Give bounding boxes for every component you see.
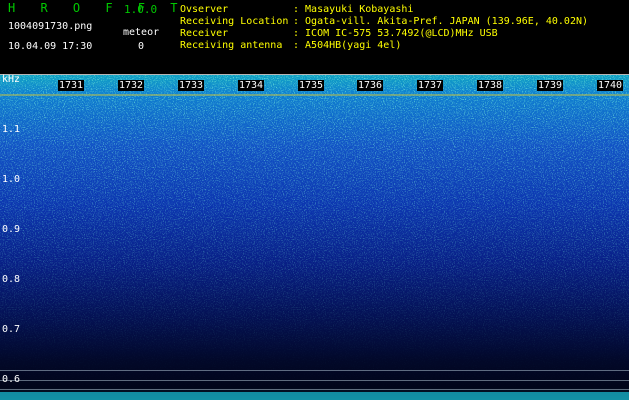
time-ticks: 1731 1732 1733 1734 1735 1736 1737 1738 … — [0, 74, 629, 94]
freq-tick-label: 1.1 — [2, 124, 21, 135]
time-tick-label: 1731 — [58, 80, 85, 91]
freq-tick-label: 0.9 — [2, 224, 21, 235]
time-tick-label: 1735 — [298, 80, 325, 91]
filename: 1004091730.png — [8, 21, 93, 32]
antenna-label: Receiving antenna — [180, 40, 283, 51]
meteor-count: 0 — [138, 41, 145, 52]
time-tick-label: 1739 — [537, 80, 564, 91]
time-tick-label: 1737 — [417, 80, 444, 91]
time-tick-label: 1740 — [597, 80, 624, 91]
header-panel: H R O F F T 1.0.0 1004091730.png 10.04.0… — [0, 0, 629, 74]
antenna-value: : A504HB(yagi 4el) — [293, 40, 402, 51]
reference-line — [0, 389, 629, 390]
spectrogram-noise — [0, 74, 629, 400]
freq-tick-label: 0.6 — [2, 374, 21, 385]
freq-tick-label: 0.7 — [2, 324, 21, 335]
freq-tick-label: 1.0 — [2, 174, 21, 185]
freq-tick-label: 0.8 — [2, 274, 21, 285]
reference-line — [0, 370, 629, 371]
time-tick-label: 1734 — [238, 80, 265, 91]
app-title: H R O F F T — [8, 1, 187, 15]
freq-unit-label: kHz — [2, 74, 21, 85]
time-tick-label: 1736 — [357, 80, 384, 91]
timestamp: 10.04.09 17:30 — [8, 41, 93, 52]
time-tick-label: 1738 — [477, 80, 504, 91]
app-version: 1.0.0 — [124, 3, 158, 16]
carrier-marker-line — [0, 94, 629, 96]
reference-line — [0, 380, 629, 381]
meteor-label: meteor — [123, 27, 160, 38]
time-tick-label: 1733 — [178, 80, 205, 91]
time-tick-label: 1732 — [118, 80, 145, 91]
